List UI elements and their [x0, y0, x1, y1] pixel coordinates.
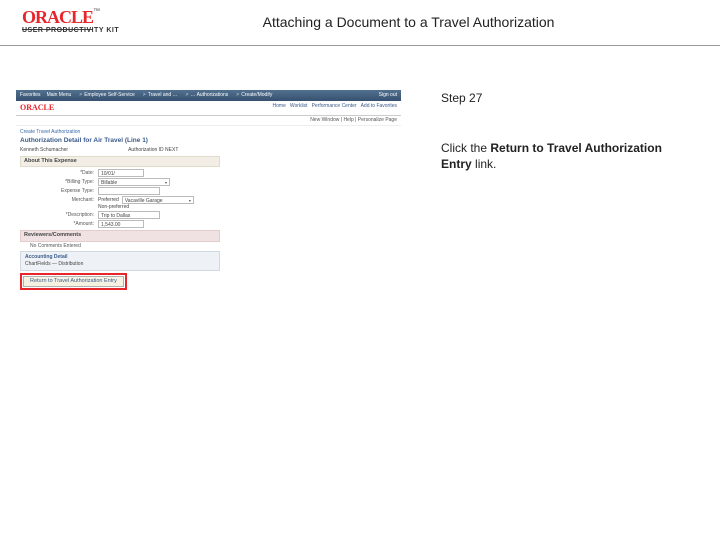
instruction-suffix: link.: [472, 157, 497, 171]
label-merchant: Merchant:: [20, 198, 98, 203]
auth-id: Authorization ID NEXT: [128, 148, 178, 153]
screenshot-column: Favorites Main Menu Employee Self-Servic…: [0, 46, 415, 296]
nav-favorites[interactable]: Favorites: [20, 93, 41, 98]
brand-block: ORACLE™ USER PRODUCTIVITY KIT: [22, 8, 119, 34]
label-date: *Date:: [20, 171, 98, 176]
input-date[interactable]: 10/01/: [98, 169, 144, 177]
label-billing: *Billing Type:: [20, 180, 98, 185]
return-to-travel-auth-link[interactable]: Return to Travel Authorization Entry: [23, 276, 124, 288]
mock-body: Create Travel Authorization Authorizatio…: [16, 126, 401, 296]
chevron-down-icon: ▾: [189, 197, 191, 203]
radio-preferred[interactable]: Preferred: [98, 198, 119, 203]
chevron-down-icon: ▾: [165, 179, 167, 185]
page-header: ORACLE™ USER PRODUCTIVITY KIT Attaching …: [0, 0, 720, 46]
accounting-line: ChartFields — Distribution: [25, 262, 215, 267]
accounting-head: Accounting Detail: [25, 255, 215, 260]
detail-meta: Kenneth Schumacher Authorization ID NEXT: [20, 148, 397, 153]
brand-subtitle: USER PRODUCTIVITY KIT: [22, 27, 119, 34]
section-about: About This Expense: [20, 156, 220, 168]
label-amount: *Amount:: [20, 222, 98, 227]
accounting-block: Accounting Detail ChartFields — Distribu…: [20, 251, 220, 271]
topnav: Favorites Main Menu Employee Self-Servic…: [16, 90, 401, 101]
nav-create[interactable]: Create/Modify: [234, 93, 272, 98]
select-merchant[interactable]: Vacaville Garage▾: [122, 196, 194, 204]
input-amount[interactable]: 1,543.00: [98, 220, 144, 228]
nav-auth[interactable]: … Authorizations: [184, 93, 229, 98]
nav-signout[interactable]: Sign out: [379, 93, 397, 98]
input-expense[interactable]: [98, 187, 160, 195]
label-expense: Expense Type:: [20, 189, 98, 194]
detail-heading: Authorization Detail for Air Travel (Lin…: [20, 138, 397, 145]
tab-home[interactable]: Home: [273, 104, 286, 112]
tab-addfav[interactable]: Add to Favorites: [361, 104, 397, 112]
tab-worklist[interactable]: Worklist: [290, 104, 308, 112]
nav-main[interactable]: Main Menu: [47, 93, 72, 98]
nav-ess[interactable]: Employee Self-Service: [77, 93, 135, 98]
highlight-box: Return to Travel Authorization Entry: [20, 273, 127, 291]
instruction-prefix: Click the: [441, 141, 490, 155]
brandbar: ORACLE Home Worklist Performance Center …: [16, 101, 401, 116]
input-desc[interactable]: Trip to Dallas: [98, 211, 160, 219]
label-desc: *Description:: [20, 213, 98, 218]
brandbar-tabs: Home Worklist Performance Center Add to …: [273, 104, 397, 112]
crumb-link[interactable]: Create Travel Authorization: [20, 130, 397, 135]
instruction-text: Click the Return to Travel Authorization…: [441, 140, 685, 172]
employee-name: Kenneth Schumacher: [20, 148, 68, 153]
brand-trademark: ™: [93, 8, 100, 15]
subbar: New Window | Help | Personalize Page: [16, 116, 401, 126]
step-label: Step 27: [441, 90, 685, 106]
nav-travel[interactable]: Travel and …: [141, 93, 178, 98]
no-comments: No Comments Entered: [20, 244, 85, 249]
expense-form: *Date: 10/01/ *Billing Type: Billable▾ E…: [20, 169, 220, 228]
radio-nonpreferred[interactable]: Non-preferred: [98, 205, 129, 210]
page-title: Attaching a Document to a Travel Authori…: [119, 8, 708, 30]
content-row: Favorites Main Menu Employee Self-Servic…: [0, 46, 720, 296]
app-logo: ORACLE: [20, 104, 54, 112]
embedded-screenshot: Favorites Main Menu Employee Self-Servic…: [16, 90, 401, 296]
tab-perf[interactable]: Performance Center: [312, 104, 357, 112]
section-comments: Reviewers/Comments: [20, 230, 220, 242]
instruction-column: Step 27 Click the Return to Travel Autho…: [415, 46, 695, 296]
select-billing[interactable]: Billable▾: [98, 178, 170, 186]
